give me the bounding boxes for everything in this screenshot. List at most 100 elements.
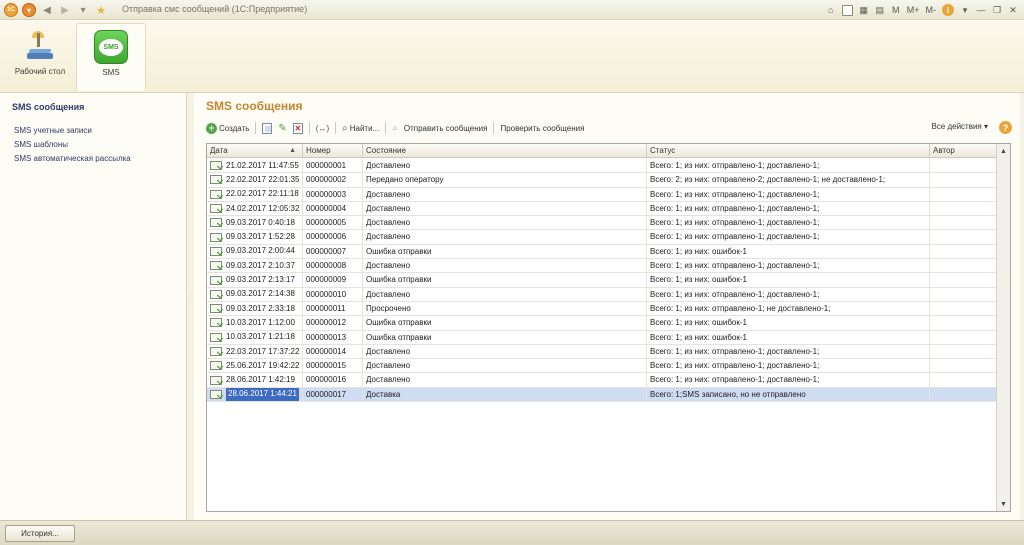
cell-date: 22.02.2017 22:11:18	[207, 187, 303, 201]
table-row[interactable]: 28.06.2017 1:44:21 000000017 Доставка Всего…	[207, 387, 997, 403]
table-row[interactable]: 09.03.2017 2:14:38 000000010 Доставлено Все…	[207, 287, 997, 302]
panel-splitter[interactable]: · · ·	[188, 93, 193, 520]
cell-date-text: 10.03.2017 1:21:18	[226, 332, 295, 342]
info-icon[interactable]: i	[942, 3, 954, 17]
cell-number: 000000002	[303, 173, 363, 187]
delete-button[interactable]: ✕	[292, 122, 303, 134]
cell-date-text: 22.02.2017 22:01:35	[226, 174, 300, 184]
check-messages-label: Проверить сообщения	[500, 123, 585, 133]
column-header-date[interactable]: Дата ▲	[207, 144, 303, 158]
memory-m-minus-button[interactable]: M-	[926, 3, 937, 17]
title-bar: 1С ▾ ◀ ▶ ▾ ★ Отправка смс сообщений (1С:…	[0, 0, 1024, 20]
check-messages-button[interactable]: Проверить сообщения	[500, 124, 584, 133]
scroll-down-icon[interactable]: ▼	[998, 498, 1009, 510]
scroll-up-icon[interactable]: ▲	[998, 145, 1009, 157]
edit-button[interactable]: ✎	[278, 123, 286, 134]
table-row[interactable]: 25.06.2017 19:42:22 000000015 Доставлено Вс…	[207, 359, 997, 374]
cell-author	[930, 359, 997, 373]
table-scrollbar[interactable]: ▲ ▼	[996, 144, 1010, 511]
nav-item-sms-accounts[interactable]: SMS учетные записи	[14, 126, 92, 135]
table-row[interactable]: 10.03.2017 1:21:18 000000013 Ошибка отправ…	[207, 330, 997, 345]
cell-date-text: 22.02.2017 22:11:18	[226, 189, 299, 199]
column-header-status[interactable]: Статус	[647, 144, 930, 158]
history-button[interactable]: История...	[5, 525, 75, 542]
table-row[interactable]: 09.03.2017 1:52:28 000000006 Доставлено Все…	[207, 230, 997, 245]
cell-date-text: 25.06.2017 19:42:22	[226, 360, 300, 370]
table-row[interactable]: 22.02.2017 22:01:35 000000002 Передано опе…	[207, 173, 997, 188]
cell-status: Всего: 1; из них: отправлено-1; доставле…	[647, 230, 930, 244]
cell-state: Доставлено	[363, 201, 647, 216]
send-messages-button[interactable]: Отправить сообщения	[404, 124, 488, 133]
cell-date: 28.06.2017 1:42:19	[207, 373, 303, 387]
forward-arrow-icon[interactable]: ▶	[58, 3, 72, 17]
cell-date-text: 09.03.2017 2:13:17	[226, 275, 295, 285]
cell-status: Всего: 1; из них: отправлено-1; доставле…	[647, 201, 930, 216]
cancel-search-button[interactable]: ⌕	[392, 123, 398, 134]
main-menu-icon[interactable]: ▾	[22, 3, 36, 17]
cell-number: 000000015	[303, 359, 363, 373]
find-button-label: Найти...	[349, 123, 380, 133]
cell-state: Ошибка отправки	[363, 330, 647, 344]
create-button[interactable]: + Создать	[206, 122, 249, 134]
cell-author	[930, 173, 997, 187]
document-posted-icon	[210, 232, 222, 242]
table-row[interactable]: 09.03.2017 2:33:18 000000011 Просрочено Все…	[207, 301, 997, 317]
cell-author	[930, 273, 997, 287]
cell-date: 09.03.2017 1:52:28	[207, 230, 303, 244]
calendar-icon[interactable]: ▤	[875, 3, 885, 17]
link-icon[interactable]	[841, 3, 853, 17]
restore-icon[interactable]: ❐	[992, 3, 1002, 17]
all-actions-button[interactable]: Все действия ▾	[931, 122, 988, 131]
cell-number: 000000009	[303, 273, 363, 287]
cell-date: 21.02.2017 11:47:55	[207, 159, 303, 173]
cell-number: 000000013	[303, 330, 363, 344]
table-row[interactable]: 22.03.2017 17:37:22 000000014 Доставлено Вс…	[207, 344, 997, 360]
table-row[interactable]: 09.03.2017 2:10:37 000000008 Доставлено Все…	[207, 259, 997, 274]
navigation-panel: SMS сообщения SMS учетные записи SMS шаб…	[0, 93, 187, 520]
exchange-button[interactable]: (↔)	[316, 124, 329, 133]
table-row[interactable]: 09.03.2017 0:40:18 000000005 Доставлено Все…	[207, 216, 997, 231]
table-row[interactable]: 09.03.2017 2:13:17 000000009 Ошибка отправ…	[207, 273, 997, 288]
find-button[interactable]: ⌕ Найти...	[342, 123, 379, 134]
cell-state: Доставлено	[363, 287, 647, 301]
favorites-star-icon[interactable]: ★	[94, 3, 108, 17]
nav-item-sms-messages[interactable]: SMS сообщения	[12, 102, 84, 112]
memory-m-plus-button[interactable]: M+	[907, 3, 920, 17]
nav-item-sms-templates[interactable]: SMS шаблоны	[14, 140, 68, 149]
info-dropdown-icon[interactable]: ▾	[960, 3, 970, 17]
nav-item-sms-auto-mailing[interactable]: SMS автоматическая рассылка	[14, 154, 131, 163]
cell-author	[930, 287, 997, 301]
minimize-icon[interactable]: —	[976, 3, 986, 17]
copy-button[interactable]	[262, 122, 273, 134]
app-logo-icon[interactable]: 1С	[4, 3, 18, 17]
calculator-icon[interactable]: ▦	[859, 3, 869, 17]
table-row[interactable]: 28.06.2017 1:42:19 000000016 Доставлено Все…	[207, 373, 997, 388]
cell-author	[930, 316, 997, 330]
cell-status: Всего: 2; из них: отправлено-2; доставле…	[647, 173, 930, 187]
history-dropdown-icon[interactable]: ▾	[76, 3, 90, 17]
cell-status: Всего: 1; из них: отправлено-1; доставле…	[647, 259, 930, 273]
column-header-author[interactable]: Автор	[930, 144, 997, 158]
close-icon[interactable]: ✕	[1008, 3, 1018, 17]
cell-date-text: 09.03.2017 2:00:44	[226, 246, 295, 256]
table-row[interactable]: 09.03.2017 2:00:44 000000007 Ошибка отправ…	[207, 244, 997, 260]
section-sms[interactable]: SMS SMS	[76, 23, 146, 91]
column-header-state[interactable]: Состояние	[363, 144, 647, 158]
cell-number: 000000011	[303, 301, 363, 316]
cell-number: 000000005	[303, 216, 363, 230]
back-arrow-icon[interactable]: ◀	[40, 3, 54, 17]
cell-number: 000000001	[303, 159, 363, 173]
table-row[interactable]: 24.02.2017 12:05:32 000000004 Доставлено Вс…	[207, 201, 997, 217]
table-row[interactable]: 21.02.2017 11:47:55 000000001 Доставлено Вс…	[207, 159, 997, 174]
table-row[interactable]: 10.03.2017 1:12:00 000000012 Ошибка отправ…	[207, 316, 997, 331]
memory-m-button[interactable]: M	[891, 3, 901, 17]
table-row[interactable]: 22.02.2017 22:11:18 000000003 Доставлено Вс…	[207, 187, 997, 202]
toolbar-separator	[385, 122, 387, 134]
main-form: SMS сообщения + Создать ✎ ✕ (↔) ⌕ Найти.…	[194, 93, 1020, 520]
home-icon[interactable]: ⌂	[826, 3, 836, 17]
help-icon[interactable]: ?	[999, 121, 1012, 134]
section-desktop[interactable]: Рабочий стол	[5, 23, 75, 91]
column-header-number[interactable]: Номер	[303, 144, 363, 158]
cell-status: Всего: 1; из них: ошибок-1	[647, 316, 930, 330]
cell-date-text: 09.03.2017 2:14:38	[226, 289, 295, 299]
